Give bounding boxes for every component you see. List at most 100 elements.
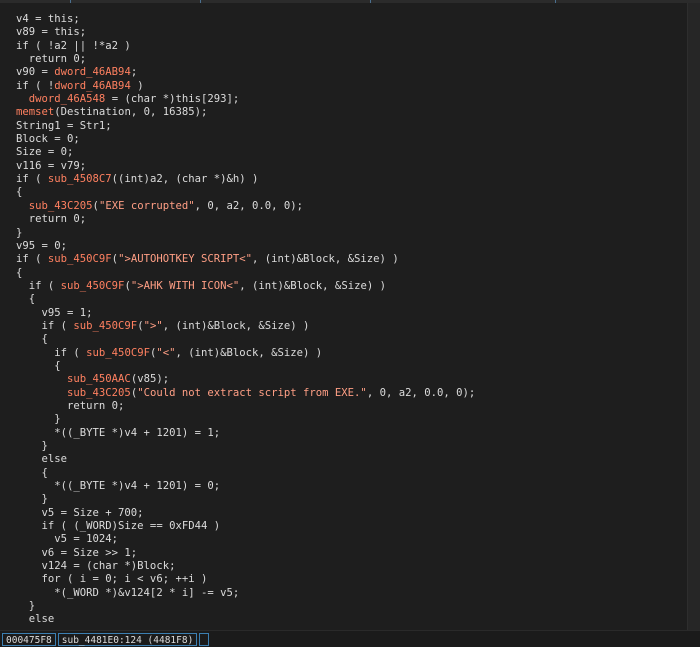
- code-line[interactable]: {: [0, 293, 688, 306]
- code-line[interactable]: {: [0, 467, 688, 480]
- code-line[interactable]: }: [0, 600, 688, 613]
- function-reference[interactable]: sub_450C9F: [73, 320, 137, 332]
- code-line[interactable]: *((_BYTE *)v4 + 1201) = 0;: [0, 480, 688, 493]
- code-line[interactable]: Size = 0;: [0, 146, 688, 159]
- code-token: (v85);: [130, 373, 170, 386]
- status-location[interactable]: sub_4481E0:124 (4481F8): [57, 632, 198, 646]
- string-literal: "Could not extract script from EXE.": [137, 386, 367, 399]
- code-token: {: [16, 186, 23, 199]
- code-line[interactable]: {: [0, 333, 688, 346]
- code-line[interactable]: return 0;: [0, 53, 688, 66]
- code-line[interactable]: String1 = Str1;: [0, 120, 688, 133]
- code-token: *((_BYTE *)v4 + 1201) = 0;: [16, 480, 221, 493]
- function-reference[interactable]: dword_46AB94: [54, 66, 131, 78]
- code-token: String1 = Str1;: [16, 119, 112, 132]
- code-line[interactable]: if ( sub_450C9F("<", (int)&Block, &Size)…: [0, 347, 688, 360]
- function-reference[interactable]: dword_46AB94: [54, 80, 131, 92]
- code-token: }: [16, 440, 48, 452]
- code-token: }: [16, 600, 36, 613]
- code-line[interactable]: v5 = 1024;: [0, 533, 688, 546]
- code-line[interactable]: if ( (_WORD)Size == 0xFD44 ): [0, 520, 688, 533]
- code-token: , (int)&Block, &Size) ): [175, 346, 323, 359]
- code-line[interactable]: if ( sub_4508C7((int)a2, (char *)&h) ): [0, 173, 688, 186]
- code-line[interactable]: }: [0, 493, 688, 506]
- code-line[interactable]: else: [0, 613, 688, 626]
- code-line[interactable]: {: [0, 186, 688, 199]
- code-token: }: [16, 413, 61, 426]
- code-line[interactable]: v4 = this;: [0, 13, 688, 26]
- pseudocode-view[interactable]: v4 = this; v89 = this; if ( !a2 || !*a2 ) …: [0, 3, 688, 630]
- code-line[interactable]: }: [0, 227, 688, 240]
- string-literal: ">": [143, 319, 163, 332]
- code-token: v89 = this;: [16, 26, 87, 39]
- code-token: v5 = Size + 700;: [16, 506, 144, 519]
- code-token: {: [16, 359, 61, 372]
- code-line[interactable]: *((_BYTE *)v4 + 1201) = 1;: [0, 427, 688, 440]
- function-reference[interactable]: sub_4508C7: [48, 173, 112, 185]
- code-line[interactable]: sub_43C205("EXE corrupted", 0, a2, 0.0, …: [0, 200, 688, 213]
- status-address[interactable]: 000475F8: [2, 632, 56, 646]
- function-reference[interactable]: sub_450C9F: [86, 347, 150, 359]
- code-token: return 0;: [16, 53, 87, 66]
- function-reference[interactable]: sub_43C205: [67, 387, 131, 399]
- code-line[interactable]: if ( !dword_46AB94 ): [0, 80, 688, 93]
- code-token: v95 = 0;: [16, 239, 68, 252]
- code-token: else: [16, 613, 55, 626]
- code-line[interactable]: if ( sub_450C9F(">AHK WITH ICON<", (int)…: [0, 280, 688, 293]
- code-token: v124 = (char *)Block;: [16, 560, 176, 573]
- code-token: }: [16, 493, 48, 506]
- code-token: , (int)&Block, &Size) ): [252, 253, 399, 266]
- code-token: , 0, a2, 0.0, 0);: [366, 386, 476, 399]
- function-reference[interactable]: sub_450AAC: [67, 373, 131, 385]
- code-line[interactable]: Block = 0;: [0, 133, 688, 146]
- function-reference[interactable]: sub_450C9F: [61, 280, 125, 292]
- code-line[interactable]: *(_WORD *)&v124[2 * i] -= v5;: [0, 587, 688, 600]
- code-line[interactable]: }: [0, 413, 688, 426]
- code-line[interactable]: else: [0, 453, 688, 466]
- code-token: {: [16, 266, 23, 279]
- code-line[interactable]: }: [0, 440, 688, 453]
- vertical-scrollbar[interactable]: [687, 3, 700, 630]
- code-token: Block = 0;: [16, 133, 80, 146]
- code-line[interactable]: if ( sub_450C9F(">", (int)&Block, &Size)…: [0, 320, 688, 333]
- code-line[interactable]: v5 = Size + 700;: [0, 507, 688, 520]
- code-token: if ( !: [16, 79, 55, 92]
- code-line[interactable]: sub_450AAC(v85);: [0, 373, 688, 386]
- code-line[interactable]: if ( !a2 || !*a2 ): [0, 40, 688, 53]
- code-line[interactable]: v90 = dword_46AB94;: [0, 66, 688, 79]
- code-token: {: [16, 333, 48, 346]
- code-line[interactable]: v116 = v79;: [0, 160, 688, 173]
- function-reference[interactable]: sub_450C9F: [48, 253, 112, 265]
- code-line[interactable]: if ( sub_450C9F(">AUTOHOTKEY SCRIPT<", (…: [0, 253, 688, 266]
- string-literal: ">AHK WITH ICON<": [130, 279, 240, 292]
- function-reference[interactable]: dword_46A548: [29, 93, 106, 105]
- code-line[interactable]: return 0;: [0, 213, 688, 226]
- code-line[interactable]: {: [0, 267, 688, 280]
- code-token: v90 =: [16, 66, 55, 79]
- code-line[interactable]: v89 = this;: [0, 26, 688, 39]
- code-token: {: [16, 466, 48, 479]
- code-line[interactable]: v6 = Size >> 1;: [0, 547, 688, 560]
- function-reference[interactable]: sub_43C205: [29, 200, 93, 212]
- code-line[interactable]: dword_46A548 = (char *)this[293];: [0, 93, 688, 106]
- code-token: = (char *)this[293];: [105, 93, 240, 106]
- code-token: *((_BYTE *)v4 + 1201) = 1;: [16, 426, 221, 439]
- code-token: return 0;: [16, 399, 125, 412]
- code-line[interactable]: v124 = (char *)Block;: [0, 560, 688, 573]
- code-line[interactable]: return 0;: [0, 400, 688, 413]
- function-reference[interactable]: memset: [16, 106, 54, 118]
- status-extra[interactable]: [199, 632, 210, 646]
- code-line[interactable]: for ( i = 0; i < v6; ++i ): [0, 573, 688, 586]
- code-line[interactable]: v95 = 1;: [0, 307, 688, 320]
- code-line[interactable]: {: [0, 360, 688, 373]
- code-line[interactable]: v95 = 0;: [0, 240, 688, 253]
- code-token: v5 = 1024;: [16, 533, 119, 546]
- code-line[interactable]: sub_43C205("Could not extract script fro…: [0, 387, 688, 400]
- code-token: if (: [16, 279, 61, 292]
- code-token: , (int)&Block, &Size) ): [162, 319, 310, 332]
- code-token: ;: [130, 66, 138, 79]
- code-line[interactable]: memset(Destination, 0, 16385);: [0, 106, 688, 119]
- string-literal: "EXE corrupted": [98, 199, 195, 212]
